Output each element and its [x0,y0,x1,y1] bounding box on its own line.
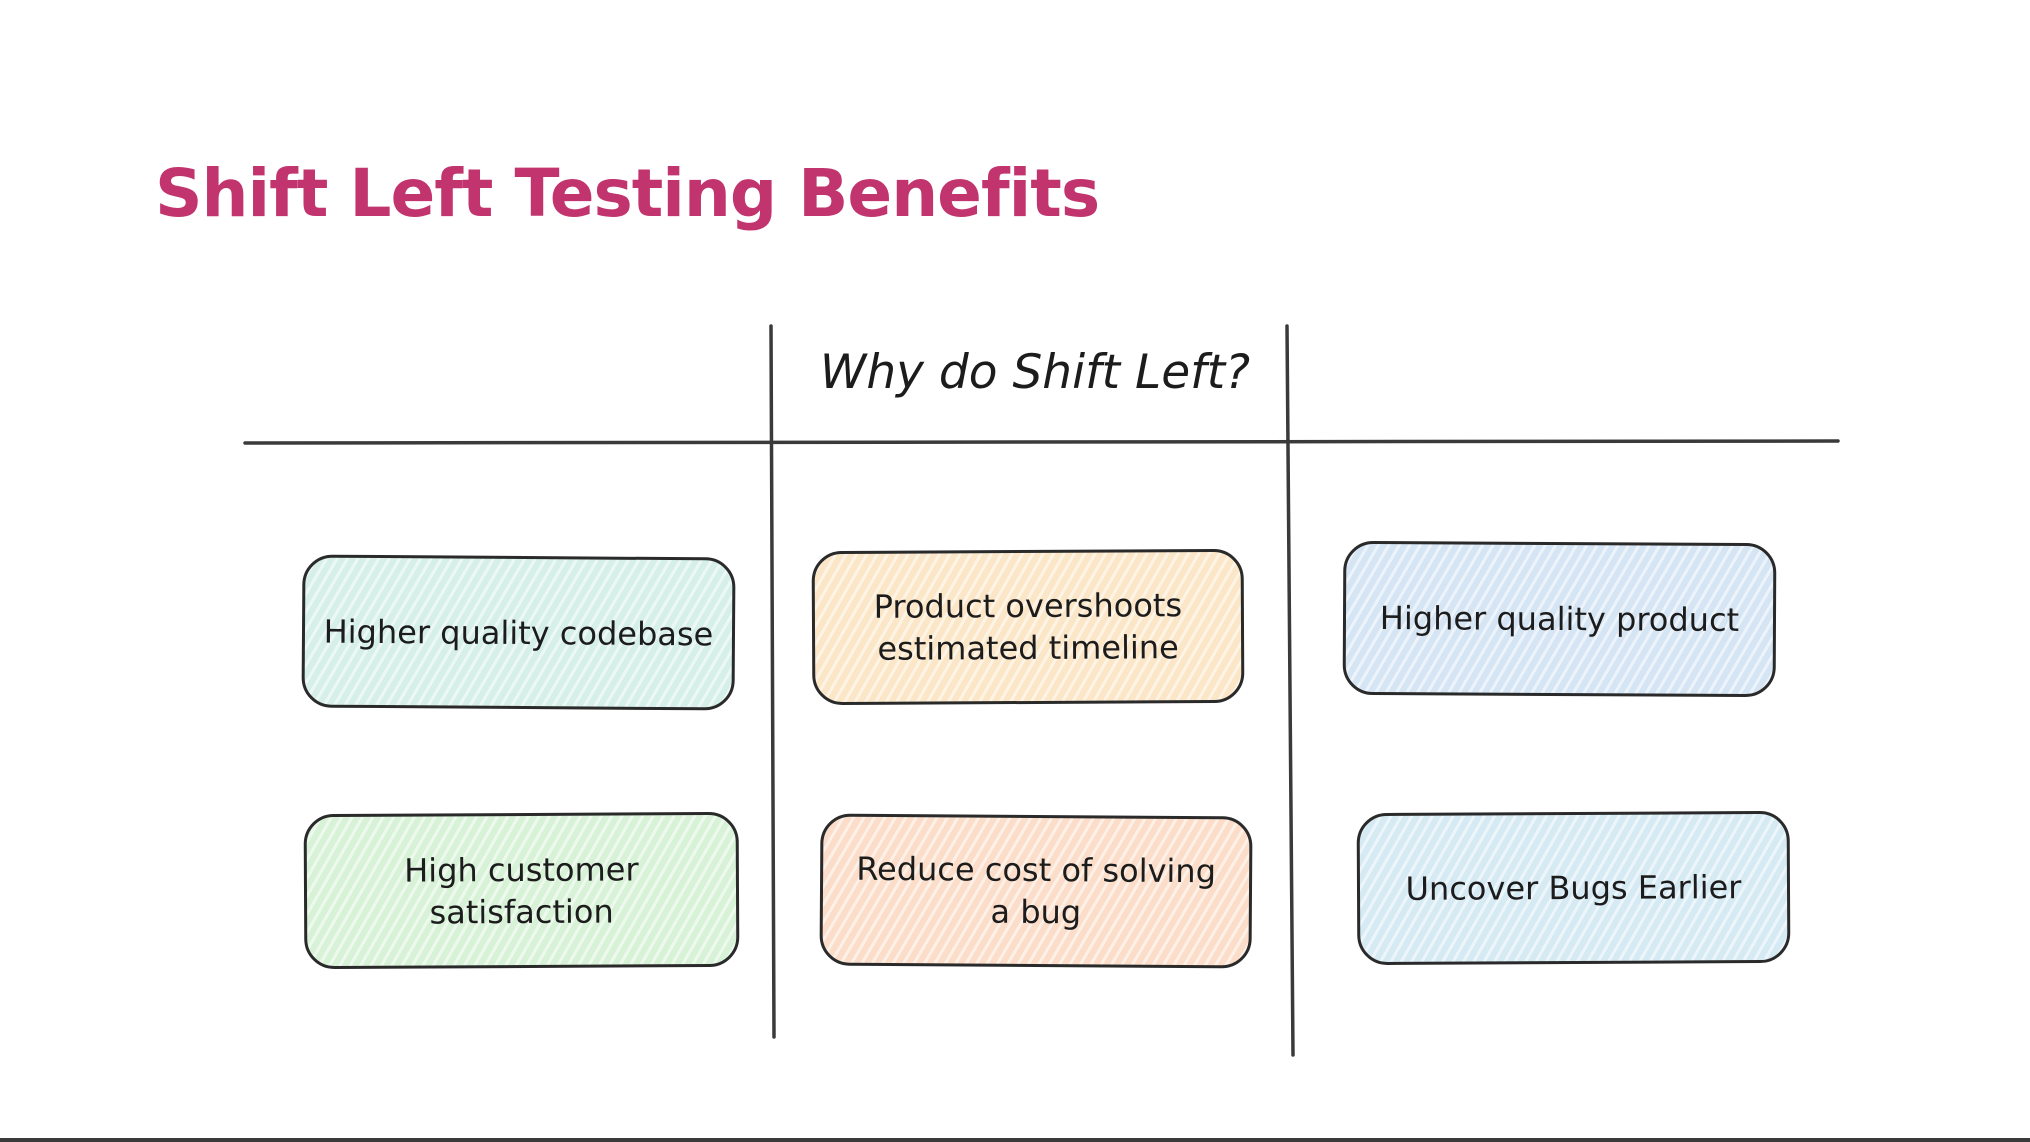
benefit-label: Product overshoots estimated timeline [873,586,1183,668]
benefit-label: Uncover Bugs Earlier [1405,868,1742,908]
benefit-box-satisfaction: High customer satisfaction [303,811,740,970]
column-divider-left [769,324,776,1039]
benefit-label: Higher quality product [1379,599,1740,639]
benefit-box-bugs: Uncover Bugs Earlier [1356,810,1791,966]
diagram-heading: Why do Shift Left? [819,345,1251,400]
benefit-box-cost: Reduce cost of solving a bug [819,813,1253,969]
slide: Shift Left Testing Benefits Why do Shift… [0,0,2030,1142]
benefit-box-timeline: Product overshoots estimated timeline [811,548,1245,706]
benefit-label: Higher quality codebase [323,612,714,653]
column-divider-right [1285,324,1295,1057]
benefit-box-product: Higher quality product [1342,540,1777,698]
benefit-label: Reduce cost of solving a bug [856,849,1217,932]
benefit-label: High customer satisfaction [404,849,639,931]
header-divider-line [243,439,1840,445]
bottom-border [0,1138,2030,1142]
benefit-box-codebase: Higher quality codebase [301,554,736,711]
